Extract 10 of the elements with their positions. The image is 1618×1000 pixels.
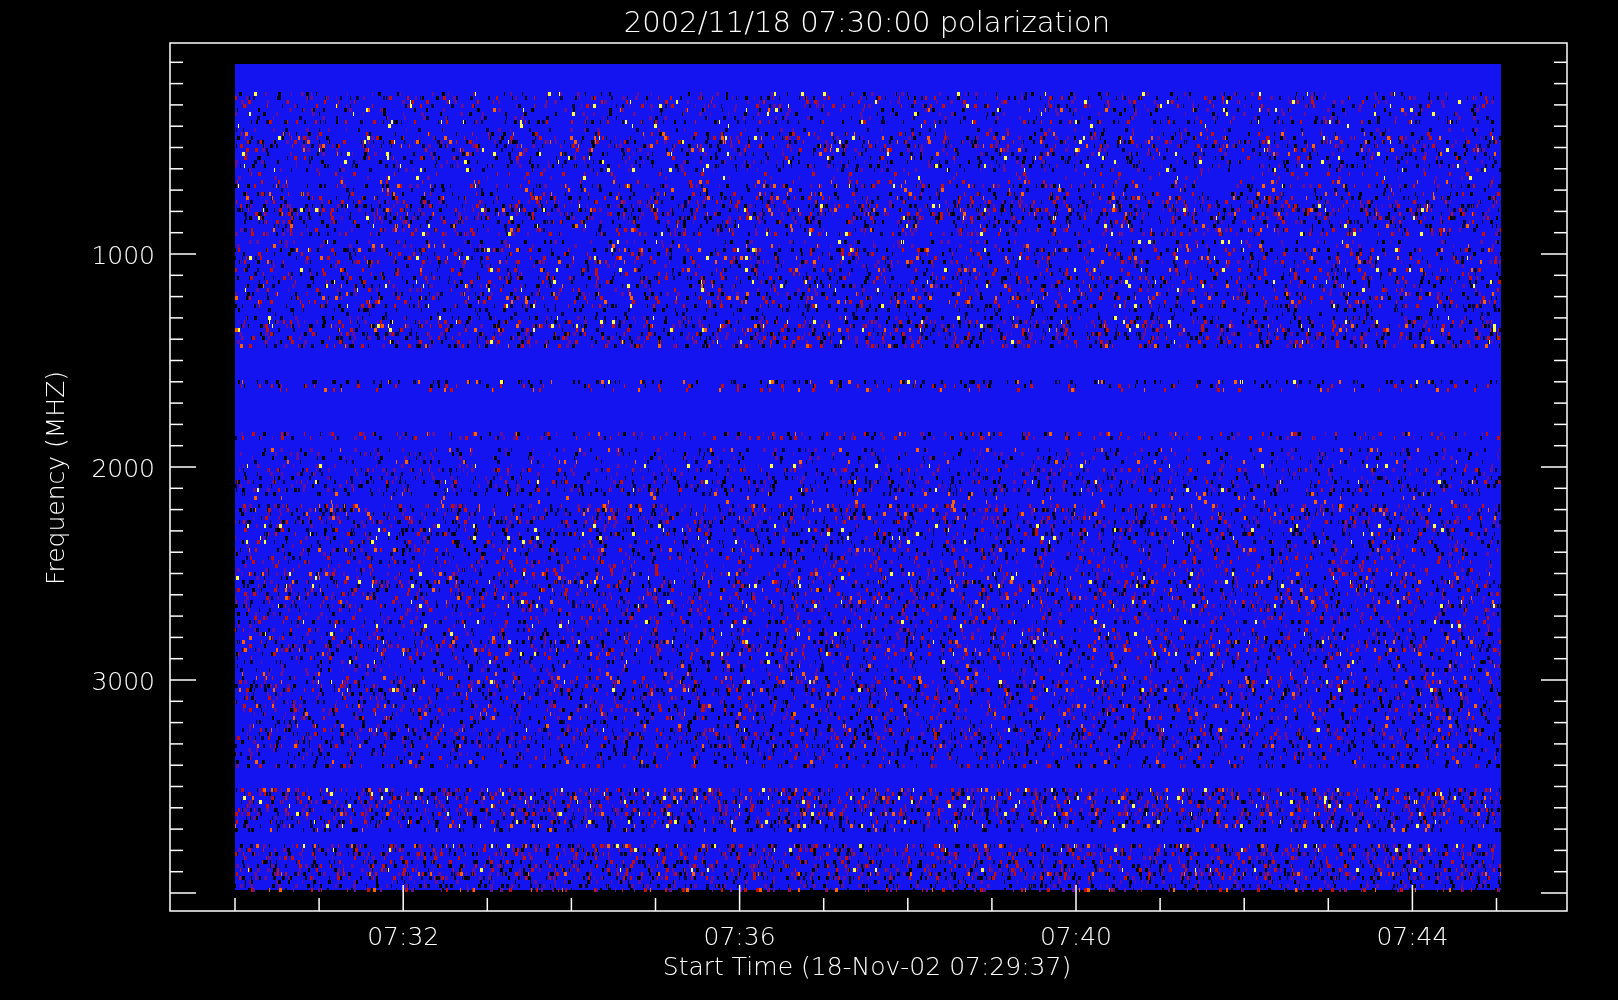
y-axis-label: Frequency (MHZ) [41, 370, 70, 586]
x-tick-label: 07:40 [1040, 922, 1112, 951]
plot-title: 2002/11/18 07:30:00 polarization [623, 5, 1111, 39]
y-tick-label: 3000 [91, 667, 155, 696]
x-axis-label: Start Time (18-Nov-02 07:29:37) [662, 952, 1072, 981]
y-tick-label: 1000 [91, 241, 155, 270]
x-tick-label: 07:36 [703, 922, 776, 951]
x-tick-label: 07:32 [367, 922, 440, 951]
x-tick-label: 07:44 [1376, 922, 1449, 951]
y-tick-label: 2000 [91, 454, 155, 483]
